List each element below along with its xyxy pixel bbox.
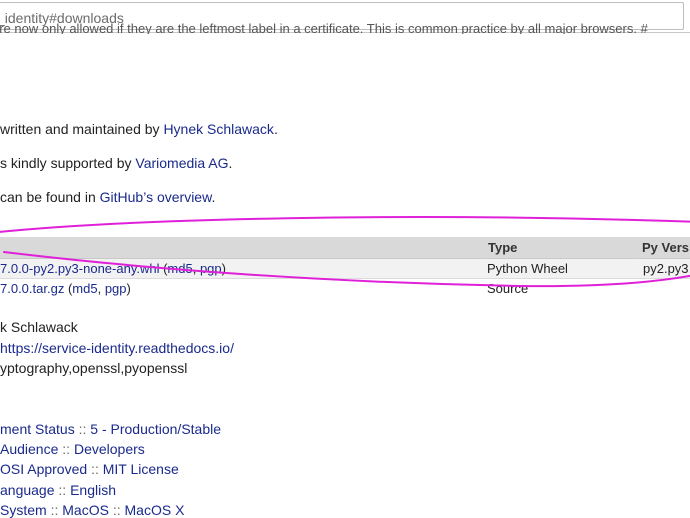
home-page-link[interactable]: https://service-identity.readthedocs.io/ (0, 340, 234, 356)
header-type: Type (488, 240, 518, 255)
author-field: k Schlawack (0, 319, 78, 335)
author-suffix: . (273, 121, 278, 137)
github-suffix: . (211, 189, 216, 205)
punct: , (97, 281, 105, 296)
classifier-link[interactable]: anguage (0, 482, 55, 498)
table-header: Type Py Vers (0, 237, 690, 259)
github-link[interactable]: GitHub’s overview (100, 189, 212, 205)
classifier-item: ment Status :: 5 - Production/Stable (0, 421, 221, 437)
table-row: 7.0.0.tar.gz (md5, pgp) Source (0, 279, 690, 298)
classifier-sep: :: (46, 502, 63, 518)
pyversion-cell: py2.py3 (643, 261, 689, 276)
punct: ) (126, 281, 131, 296)
home-page-field: https://service-identity.readthedocs.io/ (0, 340, 234, 356)
classifier-sep: :: (54, 482, 71, 498)
classifier-link[interactable]: OSI Approved (0, 461, 87, 477)
downloads-table: Type Py Vers 7.0.0-py2.py3-none-any.whl … (0, 237, 690, 298)
header-pyversion: Py Vers (642, 240, 689, 255)
classifier-sep: :: (108, 502, 125, 518)
keywords-field: yptography,openssl,pyopenssl (0, 360, 188, 376)
classifier-link[interactable]: ment Status (0, 421, 75, 437)
type-cell: Source (487, 281, 529, 296)
punct: ) (221, 261, 226, 276)
md5-link[interactable]: md5 (72, 281, 97, 296)
author-prefix: written and maintained by (0, 121, 164, 137)
file-cell: 7.0.0-py2.py3-none-any.whl (md5, pgp) (0, 261, 226, 276)
table-row: 7.0.0-py2.py3-none-any.whl (md5, pgp) Py… (0, 259, 690, 279)
support-prefix: s kindly supported by (0, 155, 136, 171)
punct: , (192, 261, 200, 276)
pgp-link[interactable]: pgp (105, 281, 127, 296)
author-link[interactable]: Hynek Schlawack (163, 121, 274, 137)
pgp-link[interactable]: pgp (200, 261, 222, 276)
classifier-sep: :: (58, 441, 74, 457)
wheel-download-link[interactable]: 7.0.0-py2.py3-none-any.whl (0, 261, 159, 276)
classifier-link[interactable]: English (70, 482, 116, 498)
classifier-item: Audience :: Developers (0, 441, 145, 457)
classifier-item: OSI Approved :: MIT License (0, 461, 179, 477)
support-suffix: . (228, 155, 233, 171)
github-prefix: can be found in (0, 189, 100, 205)
sponsor-link[interactable]: Variomedia AG (135, 155, 228, 171)
classifier-link[interactable]: MacOS (62, 502, 109, 518)
github-line: can be found in GitHub’s overview. (0, 189, 215, 205)
sdist-download-link[interactable]: 7.0.0.tar.gz (0, 281, 64, 296)
clipped-description-text: are now only allowed if they are the lef… (0, 21, 648, 36)
md5-link[interactable]: md5 (167, 261, 192, 276)
classifier-link[interactable]: Developers (74, 441, 145, 457)
file-cell: 7.0.0.tar.gz (md5, pgp) (0, 281, 131, 296)
classifier-sep: :: (74, 421, 91, 437)
classifier-link[interactable]: MIT License (103, 461, 179, 477)
classifier-link[interactable]: MacOS X (125, 502, 185, 518)
classifier-item: anguage :: English (0, 482, 116, 498)
classifier-sep: :: (87, 461, 103, 477)
classifier-link[interactable]: System (0, 502, 47, 518)
type-cell: Python Wheel (487, 261, 568, 276)
author-line: written and maintained by Hynek Schlawac… (0, 121, 278, 137)
classifier-link[interactable]: Audience (0, 441, 58, 457)
classifier-link[interactable]: 5 - Production/Stable (90, 421, 221, 437)
support-line: s kindly supported by Variomedia AG. (0, 155, 232, 171)
classifier-item: System :: MacOS :: MacOS X (0, 502, 184, 518)
